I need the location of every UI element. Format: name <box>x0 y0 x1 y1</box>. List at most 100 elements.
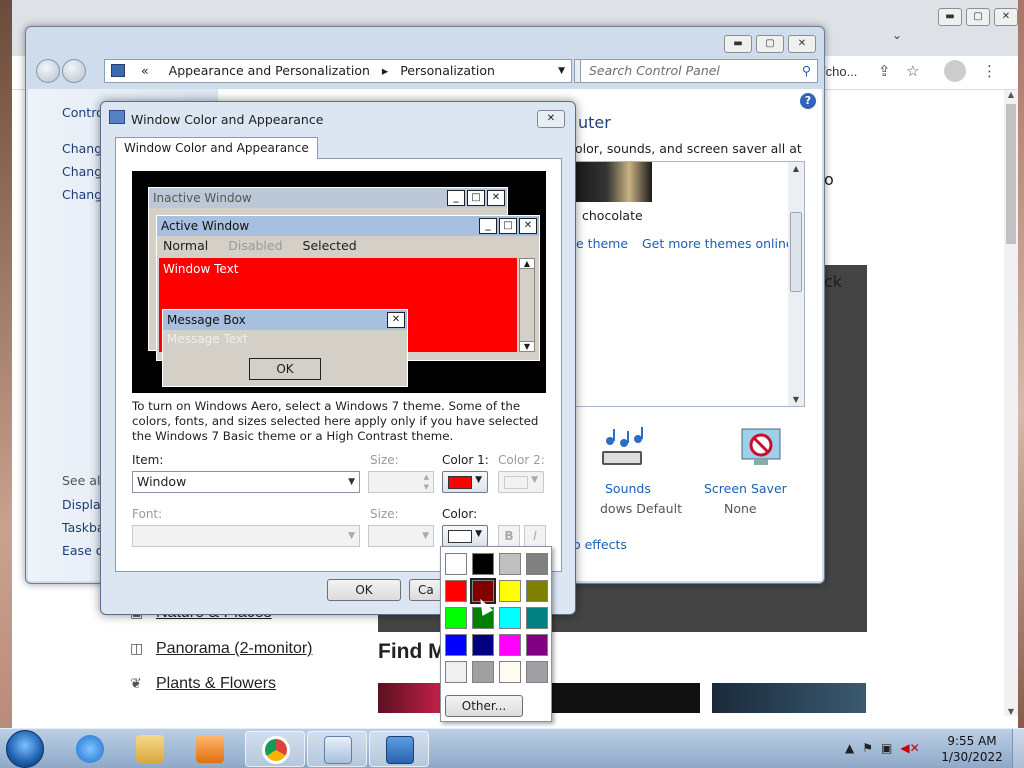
close-button[interactable]: ✕ <box>537 110 565 128</box>
more-icon[interactable]: ⋮ <box>982 62 997 80</box>
movie-thumbnail[interactable] <box>712 683 866 713</box>
volume-muted-icon[interactable]: ◀✕ <box>900 741 919 755</box>
color-swatch[interactable] <box>526 580 548 602</box>
scroll-down-arrow-icon[interactable]: ▼ <box>788 395 804 404</box>
show-hidden-icons-icon[interactable]: ▲ <box>845 741 854 755</box>
maximize-button[interactable]: ▢ <box>756 35 784 53</box>
minimize-button[interactable]: ▬ <box>724 35 752 53</box>
scroll-up-arrow-icon[interactable]: ▲ <box>788 164 804 173</box>
forward-button[interactable] <box>62 59 86 83</box>
taskbar-display-settings[interactable] <box>369 731 429 767</box>
window-color-dialog: Window Color and Appearance ✕ Window Col… <box>100 101 576 615</box>
address-bar-text[interactable]: /cho... <box>822 64 857 79</box>
sounds-icon[interactable] <box>600 427 648 471</box>
profile-icon[interactable] <box>944 60 966 82</box>
color-swatch[interactable] <box>499 661 521 683</box>
message-box-title: Message Box <box>163 310 407 330</box>
color-swatch[interactable] <box>472 553 494 575</box>
color-swatch[interactable] <box>526 607 548 629</box>
breadcrumb-item[interactable]: Personalization <box>400 63 495 78</box>
scroll-up-arrow-icon[interactable]: ▲ <box>1004 90 1018 99</box>
help-icon[interactable]: ? <box>800 93 816 109</box>
color-swatch[interactable] <box>445 661 467 683</box>
search-input[interactable]: Search Control Panel ⚲ <box>580 59 818 83</box>
color-swatch[interactable] <box>499 580 521 602</box>
color-swatch[interactable] <box>472 661 494 683</box>
italic-button[interactable]: I <box>524 525 546 547</box>
tab-window-color[interactable]: Window Color and Appearance <box>115 137 318 159</box>
appearance-preview[interactable]: Inactive Window _ □ ✕ Active Window _ □ … <box>132 171 546 393</box>
star-icon[interactable]: ☆ <box>906 62 919 80</box>
show-desktop-button[interactable] <box>1012 729 1024 768</box>
font-size-select[interactable]: ▼ <box>368 525 434 547</box>
cp-page-title: uter <box>578 113 611 132</box>
movie-thumbnail[interactable] <box>378 683 440 713</box>
color-swatch[interactable] <box>526 634 548 656</box>
stepper-arrows-icon[interactable]: ▲ ▼ <box>424 472 429 492</box>
scroll-down-arrow-icon[interactable]: ▼ <box>1004 707 1018 716</box>
color-swatch[interactable] <box>526 661 548 683</box>
screen-saver-icon[interactable] <box>738 427 786 471</box>
color-swatch[interactable] <box>445 580 467 602</box>
theme-thumbnail[interactable] <box>576 162 652 202</box>
save-theme-link[interactable]: e theme <box>576 236 628 251</box>
sounds-link[interactable]: Sounds <box>605 481 651 496</box>
color-swatch[interactable] <box>526 553 548 575</box>
get-more-themes-link[interactable]: Get more themes online <box>642 236 794 251</box>
maximize-button[interactable]: ▢ <box>966 8 990 26</box>
screen-saver-link[interactable]: Screen Saver <box>704 481 787 496</box>
breadcrumb-overflow[interactable]: « <box>141 63 149 78</box>
close-button[interactable]: ✕ <box>994 8 1018 26</box>
color1-swatch <box>448 476 472 489</box>
font-label: Font: <box>132 507 163 521</box>
breadcrumb-item[interactable]: Appearance and Personalization <box>169 63 370 78</box>
flag-icon[interactable]: ⚑ <box>862 741 873 755</box>
color-swatch[interactable] <box>499 607 521 629</box>
web-link-panorama[interactable]: ◫ Panorama (2-monitor) <box>130 640 313 658</box>
scrollbar-thumb[interactable] <box>790 212 802 292</box>
color-swatch[interactable] <box>499 634 521 656</box>
minimize-button[interactable]: ▬ <box>938 8 962 26</box>
network-icon[interactable]: ▣ <box>881 741 892 755</box>
taskbar-internet-explorer[interactable] <box>60 731 120 767</box>
color-swatch[interactable] <box>445 634 467 656</box>
bold-button[interactable]: B <box>498 525 520 547</box>
back-button[interactable] <box>36 59 60 83</box>
color-swatch[interactable] <box>499 553 521 575</box>
left-link[interactable]: Contro <box>62 105 104 120</box>
share-icon[interactable]: ⇪ <box>878 62 891 80</box>
effects-link[interactable]: o effects <box>573 537 627 552</box>
close-button[interactable]: ✕ <box>788 35 816 53</box>
movie-thumbnail[interactable] <box>552 683 700 713</box>
start-button[interactable] <box>6 730 44 768</box>
scrollbar-thumb[interactable] <box>1006 104 1016 244</box>
taskbar-media-player[interactable] <box>180 731 240 767</box>
color1-picker[interactable]: ▼ <box>442 471 488 493</box>
taskbar-windows-explorer[interactable] <box>120 731 180 767</box>
tab-search-chevron-icon[interactable]: ⌄ <box>892 28 902 42</box>
taskbar-control-panel[interactable] <box>307 731 367 767</box>
see-also-link[interactable]: Taskba <box>62 520 105 535</box>
search-icon[interactable]: ⚲ <box>802 60 811 82</box>
taskbar-chrome[interactable] <box>245 731 305 767</box>
ok-button[interactable]: OK <box>327 579 401 601</box>
color-swatch[interactable] <box>445 553 467 575</box>
color-swatch[interactable] <box>445 607 467 629</box>
web-link-plants[interactable]: ❦ Plants & Flowers <box>130 675 276 693</box>
font-select[interactable]: ▼ <box>132 525 360 547</box>
item-select[interactable]: Window ▼ <box>132 471 360 493</box>
clock[interactable]: 9:55 AM 1/30/2022 <box>940 733 1004 765</box>
preview-message-box[interactable]: Message Box ✕ Message Text OK <box>162 309 408 387</box>
color-palette-dropdown[interactable]: Other... <box>440 546 552 722</box>
address-bar[interactable]: « Appearance and Personalization ▸ Perso… <box>104 59 572 83</box>
theme-list-scrollbar[interactable]: ▲ ▼ <box>788 162 804 406</box>
size-stepper[interactable]: ▲ ▼ <box>368 471 434 493</box>
color-swatch[interactable] <box>472 634 494 656</box>
theme-list[interactable]: chocolate e theme Get more themes online… <box>575 161 805 407</box>
color2-picker[interactable]: ▼ <box>498 471 544 493</box>
chevron-down-icon[interactable]: ▼ <box>558 60 565 82</box>
font-color-picker[interactable]: ▼ <box>442 525 488 547</box>
other-color-button[interactable]: Other... <box>445 695 523 717</box>
color2-swatch <box>504 476 528 489</box>
browser-scrollbar[interactable]: ▲ ▼ <box>1004 90 1018 716</box>
